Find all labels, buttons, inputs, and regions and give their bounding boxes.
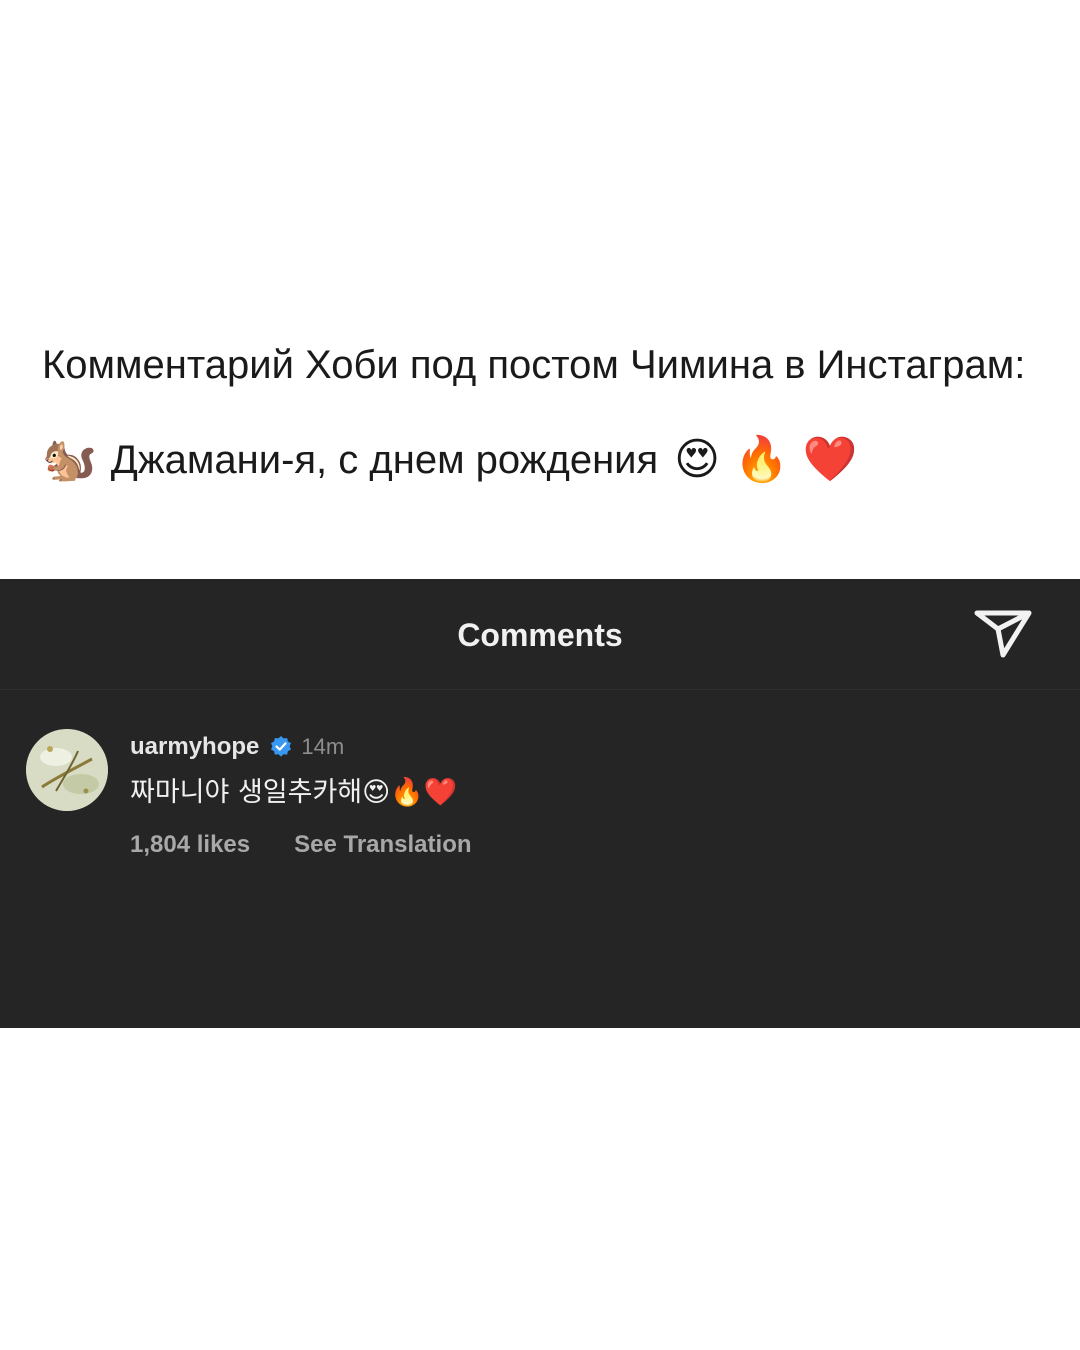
paper-plane-icon xyxy=(974,610,1032,658)
avatar-image xyxy=(26,729,108,811)
likes-count[interactable]: 1,804 likes xyxy=(130,831,250,859)
comments-panel: Comments uarmyhope 14m 짜마니야 생일추카해😍🔥❤️ 1,… xyxy=(0,579,1080,1028)
quote-text: Джамани-я, с днем рождения xyxy=(110,438,659,482)
comments-title: Comments xyxy=(457,617,623,653)
caption-quote: 🐿️ Джамани-я, с днем рождения 😍 🔥 ❤️ xyxy=(42,432,1042,488)
comment-actions: 1,804 likes See Translation xyxy=(130,831,1030,859)
fire-emoji-icon: 🔥 xyxy=(734,434,789,485)
heart-eyes-emoji-icon: 😍 xyxy=(674,434,721,485)
red-heart-emoji-icon: ❤️ xyxy=(802,434,858,485)
chipmunk-emoji-icon: 🐿️ xyxy=(42,434,97,485)
avatar[interactable] xyxy=(26,729,108,811)
share-button[interactable] xyxy=(972,605,1034,661)
caption: Комментарий Хоби под постом Чимина в Инс… xyxy=(42,336,1042,488)
comment-time: 14m xyxy=(301,734,345,759)
username-link[interactable]: uarmyhope xyxy=(130,733,259,761)
verified-badge-icon xyxy=(271,736,292,757)
comment-meta: uarmyhope 14m xyxy=(130,729,1030,765)
caption-title: Комментарий Хоби под постом Чимина в Инс… xyxy=(42,343,1026,387)
see-translation-button[interactable]: See Translation xyxy=(294,831,471,859)
comment-text: 짜마니야 생일추카해😍🔥❤️ xyxy=(130,777,458,808)
comments-header: Comments xyxy=(0,579,1080,690)
comment-body: uarmyhope 14m 짜마니야 생일추카해😍🔥❤️ 1,804 likes… xyxy=(130,729,1030,859)
